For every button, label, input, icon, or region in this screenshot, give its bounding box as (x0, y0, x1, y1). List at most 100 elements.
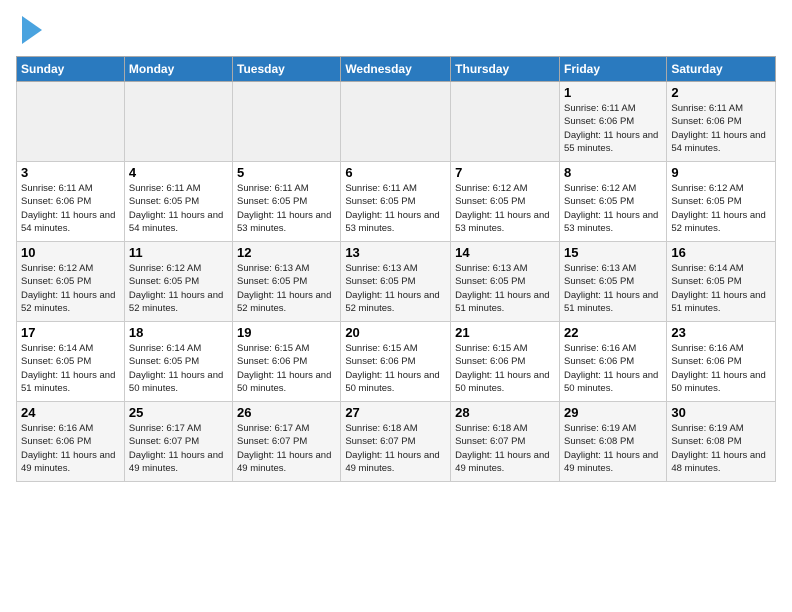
day-number: 15 (564, 245, 662, 260)
calendar-cell: 24 Sunrise: 6:16 AMSunset: 6:06 PMDayligh… (17, 402, 125, 482)
day-number: 29 (564, 405, 662, 420)
day-number: 18 (129, 325, 228, 340)
day-info: Sunrise: 6:11 AMSunset: 6:05 PMDaylight:… (345, 182, 446, 235)
day-number: 11 (129, 245, 228, 260)
calendar-cell: 6 Sunrise: 6:11 AMSunset: 6:05 PMDaylight… (341, 162, 451, 242)
day-info: Sunrise: 6:11 AMSunset: 6:05 PMDaylight:… (129, 182, 228, 235)
day-number: 28 (455, 405, 555, 420)
calendar-cell: 22 Sunrise: 6:16 AMSunset: 6:06 PMDayligh… (559, 322, 666, 402)
day-info: Sunrise: 6:11 AMSunset: 6:05 PMDaylight:… (237, 182, 336, 235)
day-number: 26 (237, 405, 336, 420)
day-number: 30 (671, 405, 771, 420)
calendar-table: SundayMondayTuesdayWednesdayThursdayFrid… (16, 56, 776, 482)
day-number: 12 (237, 245, 336, 260)
calendar-week-row: 3Sunrise: 6:11 AMSunset: 6:06 PMDaylight… (17, 162, 776, 242)
header-tuesday: Tuesday (233, 57, 341, 82)
day-number: 20 (345, 325, 446, 340)
calendar-cell: 23 Sunrise: 6:16 AMSunset: 6:06 PMDayligh… (667, 322, 776, 402)
day-number: 16 (671, 245, 771, 260)
calendar-cell: 16Sunrise: 6:14 AMSunset: 6:05 PMDayligh… (667, 242, 776, 322)
day-info: Sunrise: 6:14 AMSunset: 6:05 PMDaylight:… (129, 342, 228, 395)
day-info: Sunrise: 6:12 AMSunset: 6:05 PMDaylight:… (455, 182, 555, 235)
day-info: Sunrise: 6:15 AMSunset: 6:06 PMDaylight:… (345, 342, 446, 395)
header-sunday: Sunday (17, 57, 125, 82)
calendar-cell: 15 Sunrise: 6:13 AMSunset: 6:05 PMDayligh… (559, 242, 666, 322)
day-info: Sunrise: 6:13 AMSunset: 6:05 PMDaylight:… (455, 262, 555, 315)
calendar-cell: 13 Sunrise: 6:13 AMSunset: 6:05 PMDayligh… (341, 242, 451, 322)
day-number: 10 (21, 245, 120, 260)
header-monday: Monday (124, 57, 232, 82)
day-info: Sunrise: 6:17 AMSunset: 6:07 PMDaylight:… (129, 422, 228, 475)
page-header (16, 16, 776, 44)
day-number: 13 (345, 245, 446, 260)
day-info: Sunrise: 6:14 AMSunset: 6:05 PMDaylight:… (21, 342, 120, 395)
calendar-cell: 2 Sunrise: 6:11 AMSunset: 6:06 PMDaylight… (667, 82, 776, 162)
day-info: Sunrise: 6:19 AMSunset: 6:08 PMDaylight:… (564, 422, 662, 475)
day-number: 21 (455, 325, 555, 340)
calendar-cell (451, 82, 560, 162)
calendar-cell: 29 Sunrise: 6:19 AMSunset: 6:08 PMDayligh… (559, 402, 666, 482)
day-info: Sunrise: 6:18 AMSunset: 6:07 PMDaylight:… (455, 422, 555, 475)
day-info: Sunrise: 6:16 AMSunset: 6:06 PMDaylight:… (21, 422, 120, 475)
calendar-cell: 21 Sunrise: 6:15 AMSunset: 6:06 PMDayligh… (451, 322, 560, 402)
calendar-week-row: 24 Sunrise: 6:16 AMSunset: 6:06 PMDayligh… (17, 402, 776, 482)
day-number: 25 (129, 405, 228, 420)
calendar-cell: 12 Sunrise: 6:13 AMSunset: 6:05 PMDayligh… (233, 242, 341, 322)
day-number: 14 (455, 245, 555, 260)
calendar-cell: 26 Sunrise: 6:17 AMSunset: 6:07 PMDayligh… (233, 402, 341, 482)
day-info: Sunrise: 6:18 AMSunset: 6:07 PMDaylight:… (345, 422, 446, 475)
calendar-cell: 17 Sunrise: 6:14 AMSunset: 6:05 PMDayligh… (17, 322, 125, 402)
day-info: Sunrise: 6:17 AMSunset: 6:07 PMDaylight:… (237, 422, 336, 475)
day-number: 7 (455, 165, 555, 180)
calendar-cell: 20 Sunrise: 6:15 AMSunset: 6:06 PMDayligh… (341, 322, 451, 402)
day-number: 27 (345, 405, 446, 420)
day-info: Sunrise: 6:16 AMSunset: 6:06 PMDaylight:… (564, 342, 662, 395)
logo (16, 16, 42, 44)
day-number: 4 (129, 165, 228, 180)
calendar-cell: 1 Sunrise: 6:11 AMSunset: 6:06 PMDaylight… (559, 82, 666, 162)
day-number: 8 (564, 165, 662, 180)
day-info: Sunrise: 6:11 AMSunset: 6:06 PMDaylight:… (671, 102, 771, 155)
day-number: 23 (671, 325, 771, 340)
header-friday: Friday (559, 57, 666, 82)
calendar-header-row: SundayMondayTuesdayWednesdayThursdayFrid… (17, 57, 776, 82)
day-info: Sunrise: 6:13 AMSunset: 6:05 PMDaylight:… (345, 262, 446, 315)
day-number: 19 (237, 325, 336, 340)
calendar-cell: 10 Sunrise: 6:12 AMSunset: 6:05 PMDayligh… (17, 242, 125, 322)
day-number: 1 (564, 85, 662, 100)
calendar-cell: 4 Sunrise: 6:11 AMSunset: 6:05 PMDaylight… (124, 162, 232, 242)
day-number: 24 (21, 405, 120, 420)
header-thursday: Thursday (451, 57, 560, 82)
day-info: Sunrise: 6:15 AMSunset: 6:06 PMDaylight:… (455, 342, 555, 395)
day-number: 2 (671, 85, 771, 100)
calendar-cell (233, 82, 341, 162)
day-info: Sunrise: 6:13 AMSunset: 6:05 PMDaylight:… (237, 262, 336, 315)
calendar-week-row: 10 Sunrise: 6:12 AMSunset: 6:05 PMDayligh… (17, 242, 776, 322)
header-wednesday: Wednesday (341, 57, 451, 82)
calendar-cell (17, 82, 125, 162)
calendar-cell: 25 Sunrise: 6:17 AMSunset: 6:07 PMDayligh… (124, 402, 232, 482)
calendar-cell: 8 Sunrise: 6:12 AMSunset: 6:05 PMDaylight… (559, 162, 666, 242)
calendar-cell: 27 Sunrise: 6:18 AMSunset: 6:07 PMDayligh… (341, 402, 451, 482)
calendar-cell: 28 Sunrise: 6:18 AMSunset: 6:07 PMDayligh… (451, 402, 560, 482)
calendar-cell: 11Sunrise: 6:12 AMSunset: 6:05 PMDayligh… (124, 242, 232, 322)
day-number: 6 (345, 165, 446, 180)
day-info: Sunrise: 6:12 AMSunset: 6:05 PMDaylight:… (564, 182, 662, 235)
calendar-cell: 18 Sunrise: 6:14 AMSunset: 6:05 PMDayligh… (124, 322, 232, 402)
day-info: Sunrise: 6:16 AMSunset: 6:06 PMDaylight:… (671, 342, 771, 395)
day-info: Sunrise: 6:13 AMSunset: 6:05 PMDaylight:… (564, 262, 662, 315)
calendar-cell: 5Sunrise: 6:11 AMSunset: 6:05 PMDaylight… (233, 162, 341, 242)
day-info: Sunrise: 6:12 AMSunset: 6:05 PMDaylight:… (21, 262, 120, 315)
day-info: Sunrise: 6:12 AMSunset: 6:05 PMDaylight:… (671, 182, 771, 235)
day-number: 3 (21, 165, 120, 180)
day-number: 22 (564, 325, 662, 340)
calendar-cell (124, 82, 232, 162)
header-saturday: Saturday (667, 57, 776, 82)
day-info: Sunrise: 6:11 AMSunset: 6:06 PMDaylight:… (564, 102, 662, 155)
calendar-cell: 14 Sunrise: 6:13 AMSunset: 6:05 PMDayligh… (451, 242, 560, 322)
day-number: 9 (671, 165, 771, 180)
day-number: 17 (21, 325, 120, 340)
day-info: Sunrise: 6:19 AMSunset: 6:08 PMDaylight:… (671, 422, 771, 475)
calendar-cell: 19Sunrise: 6:15 AMSunset: 6:06 PMDayligh… (233, 322, 341, 402)
calendar-week-row: 1 Sunrise: 6:11 AMSunset: 6:06 PMDaylight… (17, 82, 776, 162)
